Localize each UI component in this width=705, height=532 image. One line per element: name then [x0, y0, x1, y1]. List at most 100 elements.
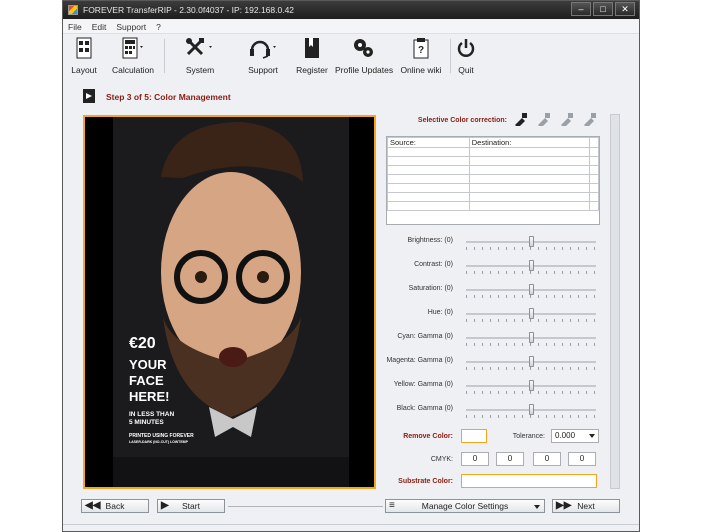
- cmyk-m-input[interactable]: 0: [496, 452, 524, 466]
- calculator-icon: [111, 37, 155, 61]
- window-title: FOREVER TransferRIP - 2.30.0f4037 - IP: …: [83, 5, 295, 15]
- menu-file[interactable]: File: [63, 20, 87, 33]
- selective-color-correction-label: Selective Color correction:: [417, 117, 507, 124]
- chevron-down-icon: [589, 434, 595, 438]
- poster-line7: LASER-DARK (NO-CUT) LOWTEMP: [129, 440, 188, 444]
- cmyk-label: CMYK:: [430, 456, 453, 463]
- poster-line3: HERE!: [129, 389, 170, 404]
- slider-track[interactable]: [466, 236, 596, 250]
- slider-thumb[interactable]: [529, 236, 534, 247]
- start-button[interactable]: ▶ Start: [157, 499, 225, 513]
- toolbar-calculation-button[interactable]: Calculation: [111, 37, 155, 75]
- slider-track[interactable]: [466, 284, 596, 298]
- table-header-source: Source:: [387, 137, 470, 148]
- slider-label: Black: Gamma (0): [396, 405, 453, 412]
- back-button[interactable]: ◀◀ Back: [81, 499, 149, 513]
- poster-line6: PRINTED USING FOREVER: [129, 433, 194, 439]
- slider-label: Brightness: (0): [407, 237, 453, 244]
- slider-track[interactable]: [466, 332, 596, 346]
- poster-price: €20: [129, 335, 156, 352]
- slider-thumb[interactable]: [529, 356, 534, 367]
- substrate-color-label: Substrate Color:: [398, 478, 453, 485]
- menu-bar: File Edit Support ?: [63, 20, 639, 34]
- panel-scrollbar[interactable]: [610, 114, 620, 489]
- poster-line2: FACE: [129, 373, 164, 388]
- table-row[interactable]: [387, 174, 599, 184]
- toolbar-profile-updates-button[interactable]: Profile Updates: [335, 37, 393, 75]
- slider-track[interactable]: [466, 404, 596, 418]
- layout-icon: [69, 37, 99, 61]
- slider-thumb[interactable]: [529, 260, 534, 271]
- color-picker-clear-icon[interactable]: [583, 112, 597, 128]
- svg-text:?: ?: [418, 45, 424, 56]
- tolerance-select[interactable]: 0.000: [551, 429, 599, 443]
- rewind-icon: ◀◀: [85, 500, 101, 511]
- main-window: FOREVER TransferRIP - 2.30.0f4037 - IP: …: [62, 0, 640, 532]
- poster-line5: 5 MINUTES: [129, 419, 164, 426]
- step-title: Step 3 of 5: Color Management: [106, 92, 231, 102]
- menu-support[interactable]: Support: [111, 20, 151, 33]
- cmyk-y-input[interactable]: 0: [533, 452, 561, 466]
- manage-color-settings-button[interactable]: ≡ Manage Color Settings: [385, 499, 545, 513]
- cmyk-c-input[interactable]: 0: [461, 452, 489, 466]
- slider-label: Magenta: Gamma (0): [386, 357, 453, 364]
- headset-icon: [243, 37, 283, 61]
- slider-thumb[interactable]: [529, 332, 534, 343]
- table-row[interactable]: [387, 165, 599, 175]
- color-picker-add-icon[interactable]: [514, 112, 528, 128]
- slider-label: Saturation: (0): [408, 285, 453, 292]
- chevron-down-icon: [534, 505, 540, 509]
- table-row[interactable]: [387, 156, 599, 166]
- color-picker-remove-icon[interactable]: [537, 112, 551, 128]
- slider-ticks: [466, 343, 596, 346]
- slider-label: Contrast: (0): [414, 261, 453, 268]
- toolbar-quit-button[interactable]: Quit: [455, 37, 477, 75]
- slider-thumb[interactable]: [529, 308, 534, 319]
- minimize-button[interactable]: –: [571, 2, 591, 16]
- next-button[interactable]: ▶▶ Next: [552, 499, 620, 513]
- color-picker-edit-icon[interactable]: [560, 112, 574, 128]
- table-header-extra: [589, 137, 599, 148]
- toolbar-support-button[interactable]: Support: [243, 37, 283, 75]
- toolbar-separator: [164, 39, 165, 73]
- slider-track[interactable]: [466, 260, 596, 274]
- table-row[interactable]: [387, 201, 599, 211]
- register-icon: [295, 37, 329, 61]
- slider-ticks: [466, 295, 596, 298]
- menu-help[interactable]: ?: [151, 20, 166, 33]
- poster-line1: YOUR: [129, 357, 167, 372]
- table-row[interactable]: [387, 192, 599, 202]
- slider-ticks: [466, 391, 596, 394]
- tolerance-label: Tolerance:: [512, 433, 545, 440]
- table-row[interactable]: [387, 147, 599, 157]
- toolbar: Layout Calculation System Support Regist…: [63, 35, 639, 77]
- menu-edit[interactable]: Edit: [87, 20, 112, 33]
- step-icon: [83, 89, 95, 103]
- slider-thumb[interactable]: [529, 404, 534, 415]
- slider-label: Cyan: Gamma (0): [397, 333, 453, 340]
- toolbar-layout-button[interactable]: Layout: [69, 37, 99, 75]
- maximize-button[interactable]: □: [593, 2, 613, 16]
- slider-track[interactable]: [466, 356, 596, 370]
- slider-ticks: [466, 271, 596, 274]
- slider-ticks: [466, 415, 596, 418]
- slider-track[interactable]: [466, 380, 596, 394]
- image-preview[interactable]: €20 YOUR FACE HERE! IN LESS THAN 5 MINUT…: [83, 115, 376, 489]
- toolbar-online-wiki-button[interactable]: ? Online wiki: [398, 37, 444, 75]
- toolbar-system-button[interactable]: System: [181, 37, 219, 75]
- gears-icon: [335, 37, 391, 61]
- slider-thumb[interactable]: [529, 284, 534, 295]
- substrate-color-swatch[interactable]: [461, 474, 597, 488]
- status-divider: [63, 524, 639, 525]
- cmyk-k-input[interactable]: 0: [568, 452, 596, 466]
- toolbar-register-button[interactable]: Register: [295, 37, 329, 75]
- color-correction-table[interactable]: Source: Destination:: [386, 136, 600, 225]
- poster-image: €20 YOUR FACE HERE! IN LESS THAN 5 MINUT…: [113, 117, 349, 487]
- remove-color-swatch[interactable]: [461, 429, 487, 443]
- table-row[interactable]: [387, 183, 599, 193]
- slider-track[interactable]: [466, 308, 596, 322]
- fast-forward-icon: ▶▶: [556, 500, 572, 511]
- close-button[interactable]: ✕: [615, 2, 635, 16]
- title-bar: FOREVER TransferRIP - 2.30.0f4037 - IP: …: [63, 1, 639, 19]
- slider-thumb[interactable]: [529, 380, 534, 391]
